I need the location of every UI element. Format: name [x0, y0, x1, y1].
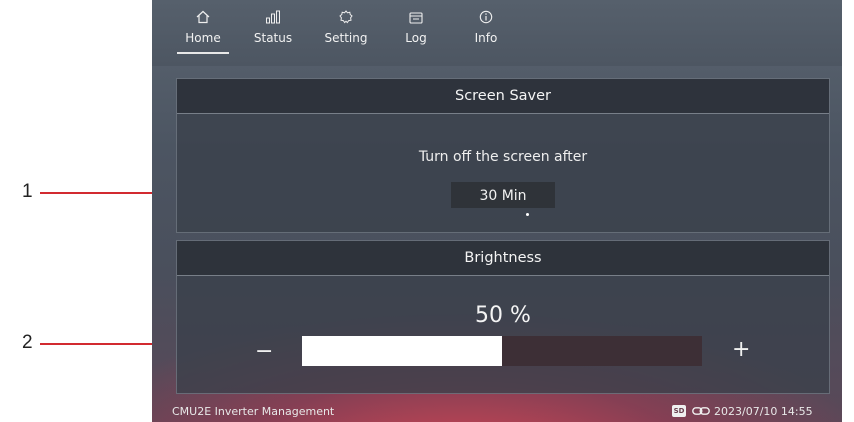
- top-navigation: Home Status Setting Log Info: [152, 0, 842, 66]
- tab-log-label: Log: [405, 31, 427, 45]
- tab-info[interactable]: Info: [458, 6, 514, 46]
- select-indicator-dot: [526, 213, 529, 216]
- status-icon: [245, 6, 301, 28]
- info-icon: [458, 6, 514, 28]
- tab-setting[interactable]: Setting: [318, 6, 374, 46]
- callout-number-2: 2: [22, 332, 33, 353]
- tab-status-label: Status: [253, 31, 293, 45]
- brightness-value: 50 %: [475, 303, 531, 328]
- tab-info-label: Info: [474, 31, 498, 45]
- screen-off-prompt: Turn off the screen after: [418, 149, 588, 165]
- decrease-brightness-button[interactable]: −: [255, 341, 273, 363]
- datetime-display: 2023/07/10 14:55: [714, 405, 813, 418]
- sd-card-icon: SD: [672, 405, 686, 417]
- brightness-title: Brightness: [177, 241, 829, 276]
- brightness-slider-fill: [302, 336, 502, 366]
- tab-status[interactable]: Status: [245, 6, 301, 46]
- device-screen: Home Status Setting Log Info Screen Save…: [152, 0, 842, 422]
- tab-home[interactable]: Home: [175, 6, 231, 54]
- gear-icon: [318, 6, 374, 28]
- tab-log[interactable]: Log: [388, 6, 444, 46]
- screen-saver-panel: Screen Saver Turn off the screen after 3…: [176, 78, 830, 233]
- increase-brightness-button[interactable]: +: [732, 339, 750, 361]
- status-bar: CMU2E Inverter Management SD 2023/07/10 …: [152, 402, 842, 422]
- home-icon: [175, 6, 231, 28]
- screen-saver-title: Screen Saver: [177, 79, 829, 114]
- link-icon: [692, 407, 710, 415]
- callout-number-1: 1: [22, 181, 33, 202]
- tab-home-label: Home: [185, 31, 221, 45]
- tab-setting-label: Setting: [324, 31, 368, 45]
- log-icon: [388, 6, 444, 28]
- brightness-slider[interactable]: [302, 336, 702, 366]
- brightness-panel: Brightness 50 % − +: [176, 240, 830, 394]
- app-title: CMU2E Inverter Management: [172, 405, 335, 418]
- screen-off-timeout-select[interactable]: 30 Min: [451, 182, 555, 208]
